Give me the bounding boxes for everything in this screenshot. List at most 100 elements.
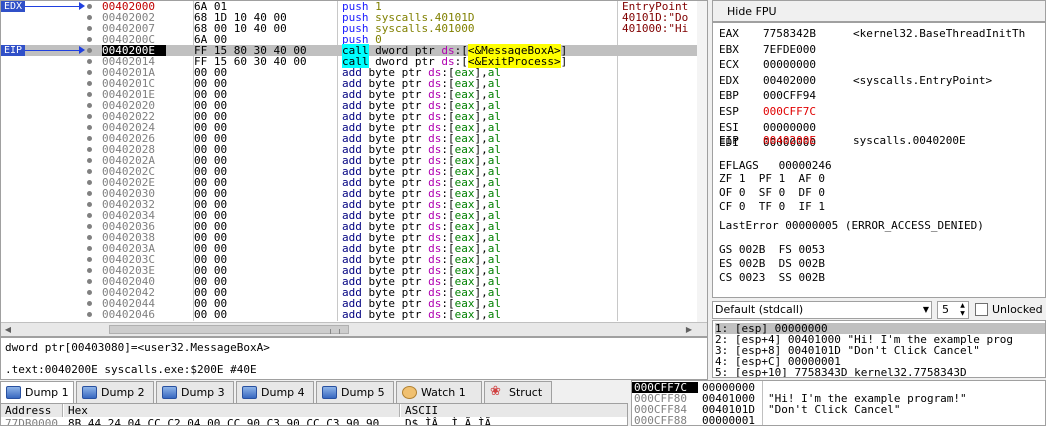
calling-convention-select[interactable]: Default (stdcall) ▼ [712, 301, 932, 319]
tab-watch-1[interactable]: Watch 1 [396, 381, 482, 403]
dump-icon [82, 386, 97, 399]
tab-struct[interactable]: ❀ Struct [484, 381, 552, 403]
disassembly-view[interactable]: EDX 00402000 6A 01 push 1 EntryPoint 00402002… [0, 0, 708, 337]
register-value[interactable]: 7EFDE000 [763, 43, 816, 56]
register-value[interactable]: 7758342B [763, 28, 816, 40]
breakpoint-dot[interactable] [87, 70, 92, 75]
register-value[interactable]: 0040200E [763, 135, 816, 147]
scrollbar-grip-icon [330, 329, 340, 334]
spinner-arrows-icon[interactable]: ▲ ▼ [958, 302, 967, 318]
breakpoint-dot[interactable] [87, 26, 92, 31]
register-name: ESI [719, 120, 739, 134]
unlocked-checkbox[interactable] [975, 303, 988, 316]
tab-dump-2[interactable]: Dump 2 [76, 381, 154, 403]
calling-convention-value: Default (stdcall) [715, 303, 804, 316]
info-line-2: .text:0040200E syscalls.exe:$200E #40E [5, 363, 257, 376]
breakpoint-dot[interactable] [87, 235, 92, 240]
dump-header-ascii[interactable]: ASCII [401, 404, 627, 417]
disasm-row[interactable]: 00402046 00 00 add byte ptr ds:[eax],al [1, 309, 707, 320]
stack-row[interactable]: 000CFF84 0040101D "Don't Click Cancel" [632, 404, 1045, 415]
unlocked-label: Unlocked [992, 303, 1043, 316]
breakpoint-dot[interactable] [87, 37, 92, 42]
flags-row[interactable]: ZF 1 PF 1 AF 0 [719, 172, 825, 185]
breakpoint-dot[interactable] [87, 147, 92, 152]
vertical-scrollbar[interactable] [697, 1, 707, 323]
tab-label: Dump 3 [181, 386, 225, 399]
segment-row[interactable]: CS 0023 SS 002B [719, 271, 825, 284]
segment-row[interactable]: GS 002B FS 0053 [719, 243, 825, 256]
tab-dump-5[interactable]: Dump 5 [316, 381, 394, 403]
register-value[interactable]: 00000000 [763, 59, 816, 71]
instr-token: :[ [441, 308, 455, 321]
breakpoint-dot[interactable] [87, 158, 92, 163]
breakpoint-dot[interactable] [87, 180, 92, 185]
argument-row[interactable]: 5: [esp+10] 7758343D kernel32.7758343D [715, 367, 1045, 377]
breakpoint-dot[interactable] [87, 114, 92, 119]
arg-count-spinner[interactable]: 5 ▲ ▼ [937, 301, 969, 319]
register-value[interactable]: 000CFF7C [763, 106, 816, 118]
eflags-row[interactable]: EFLAGS 00000246 [719, 159, 832, 172]
lasterror-row: LastError 00000005 (ERROR_ACCESS_DENIED) [719, 219, 984, 232]
breakpoint-dot[interactable] [87, 202, 92, 207]
breakpoint-dot[interactable] [87, 279, 92, 284]
breakpoint-dot[interactable] [87, 125, 92, 130]
horizontal-scrollbar[interactable]: ◀ ▶ [1, 322, 707, 336]
register-value[interactable]: 00000000 [763, 121, 816, 134]
register-name: EAX [719, 27, 739, 40]
breakpoint-dot[interactable] [87, 312, 92, 317]
breakpoint-dot[interactable] [87, 92, 92, 97]
tab-label: Dump 4 [261, 386, 305, 399]
breakpoint-dot[interactable] [87, 103, 92, 108]
breakpoint-dot[interactable] [87, 224, 92, 229]
tab-dump-4[interactable]: Dump 4 [236, 381, 314, 403]
stack-view[interactable]: 000CFF7C 00000000 000CFF80 00401000 "Hi! I'm… [631, 380, 1046, 426]
scroll-left-icon[interactable]: ◀ [2, 324, 14, 336]
arguments-panel[interactable]: 1: [esp] 00000000 2: [esp+4] 00401000 "Hi… [712, 320, 1046, 378]
dump-icon [162, 386, 177, 399]
breakpoint-dot[interactable] [87, 59, 92, 64]
register-value[interactable]: 000CFF94 [763, 90, 816, 102]
arrow-line [25, 6, 81, 7]
register-value[interactable]: 00402000 [763, 74, 816, 87]
breakpoint-dot[interactable] [87, 4, 92, 9]
register-description: <syscalls.EntryPoint> [853, 73, 993, 87]
breakpoint-dot[interactable] [87, 81, 92, 86]
scroll-right-icon[interactable]: ▶ [683, 324, 695, 336]
stack-row[interactable]: 000CFF88 00000001 [632, 415, 1045, 425]
instr-token: eax [454, 308, 475, 321]
breakpoint-dot[interactable] [87, 136, 92, 141]
dump-row-address: 77DB0000 [5, 417, 58, 426]
tab-label: Dump 2 [101, 386, 145, 399]
arrow-right-icon [79, 2, 85, 10]
breakpoint-dot[interactable] [87, 48, 92, 53]
breakpoint-dot[interactable] [87, 246, 92, 251]
info-box: dword ptr[00403080]=<user32.MessageBoxA>… [0, 337, 708, 380]
breakpoint-dot[interactable] [87, 15, 92, 20]
arrow-line [25, 50, 81, 51]
scrollbar-thumb[interactable] [109, 325, 349, 334]
calling-convention-bar: Default (stdcall) ▼ 5 ▲ ▼ Unlocked [712, 300, 1046, 320]
flags-row[interactable]: CF 0 TF 0 IF 1 [719, 200, 825, 213]
instr-token: al [487, 308, 501, 321]
registers-panel[interactable]: EAX 7758342B <kernel32.BaseThreadInitTh EBX… [712, 22, 1046, 298]
dump-view[interactable]: Address Hex ASCII 77DB0000 8B 44 24 04 C… [0, 403, 628, 426]
disasm-bytes: 00 00 [194, 308, 228, 321]
breakpoint-dot[interactable] [87, 169, 92, 174]
instr-token: ds [428, 308, 442, 321]
tab-dump-1[interactable]: Dump 1 [0, 381, 74, 404]
hide-fpu-button[interactable]: Hide FPU [717, 3, 787, 20]
flags-row[interactable]: OF 0 SF 0 DF 0 [719, 186, 825, 199]
dump-header-hex[interactable]: Hex [64, 404, 400, 417]
tab-dump-3[interactable]: Dump 3 [156, 381, 234, 403]
breakpoint-dot[interactable] [87, 213, 92, 218]
breakpoint-dot[interactable] [87, 301, 92, 306]
breakpoint-dot[interactable] [87, 290, 92, 295]
tab-label: Watch 1 [421, 386, 466, 399]
breakpoint-dot[interactable] [87, 191, 92, 196]
segment-row[interactable]: ES 002B DS 002B [719, 257, 825, 270]
breakpoint-dot[interactable] [87, 257, 92, 262]
dump-header-address[interactable]: Address [1, 404, 63, 417]
tab-label: Struct [509, 386, 543, 399]
disasm-comment: 40101D:"Do [622, 12, 689, 23]
breakpoint-dot[interactable] [87, 268, 92, 273]
